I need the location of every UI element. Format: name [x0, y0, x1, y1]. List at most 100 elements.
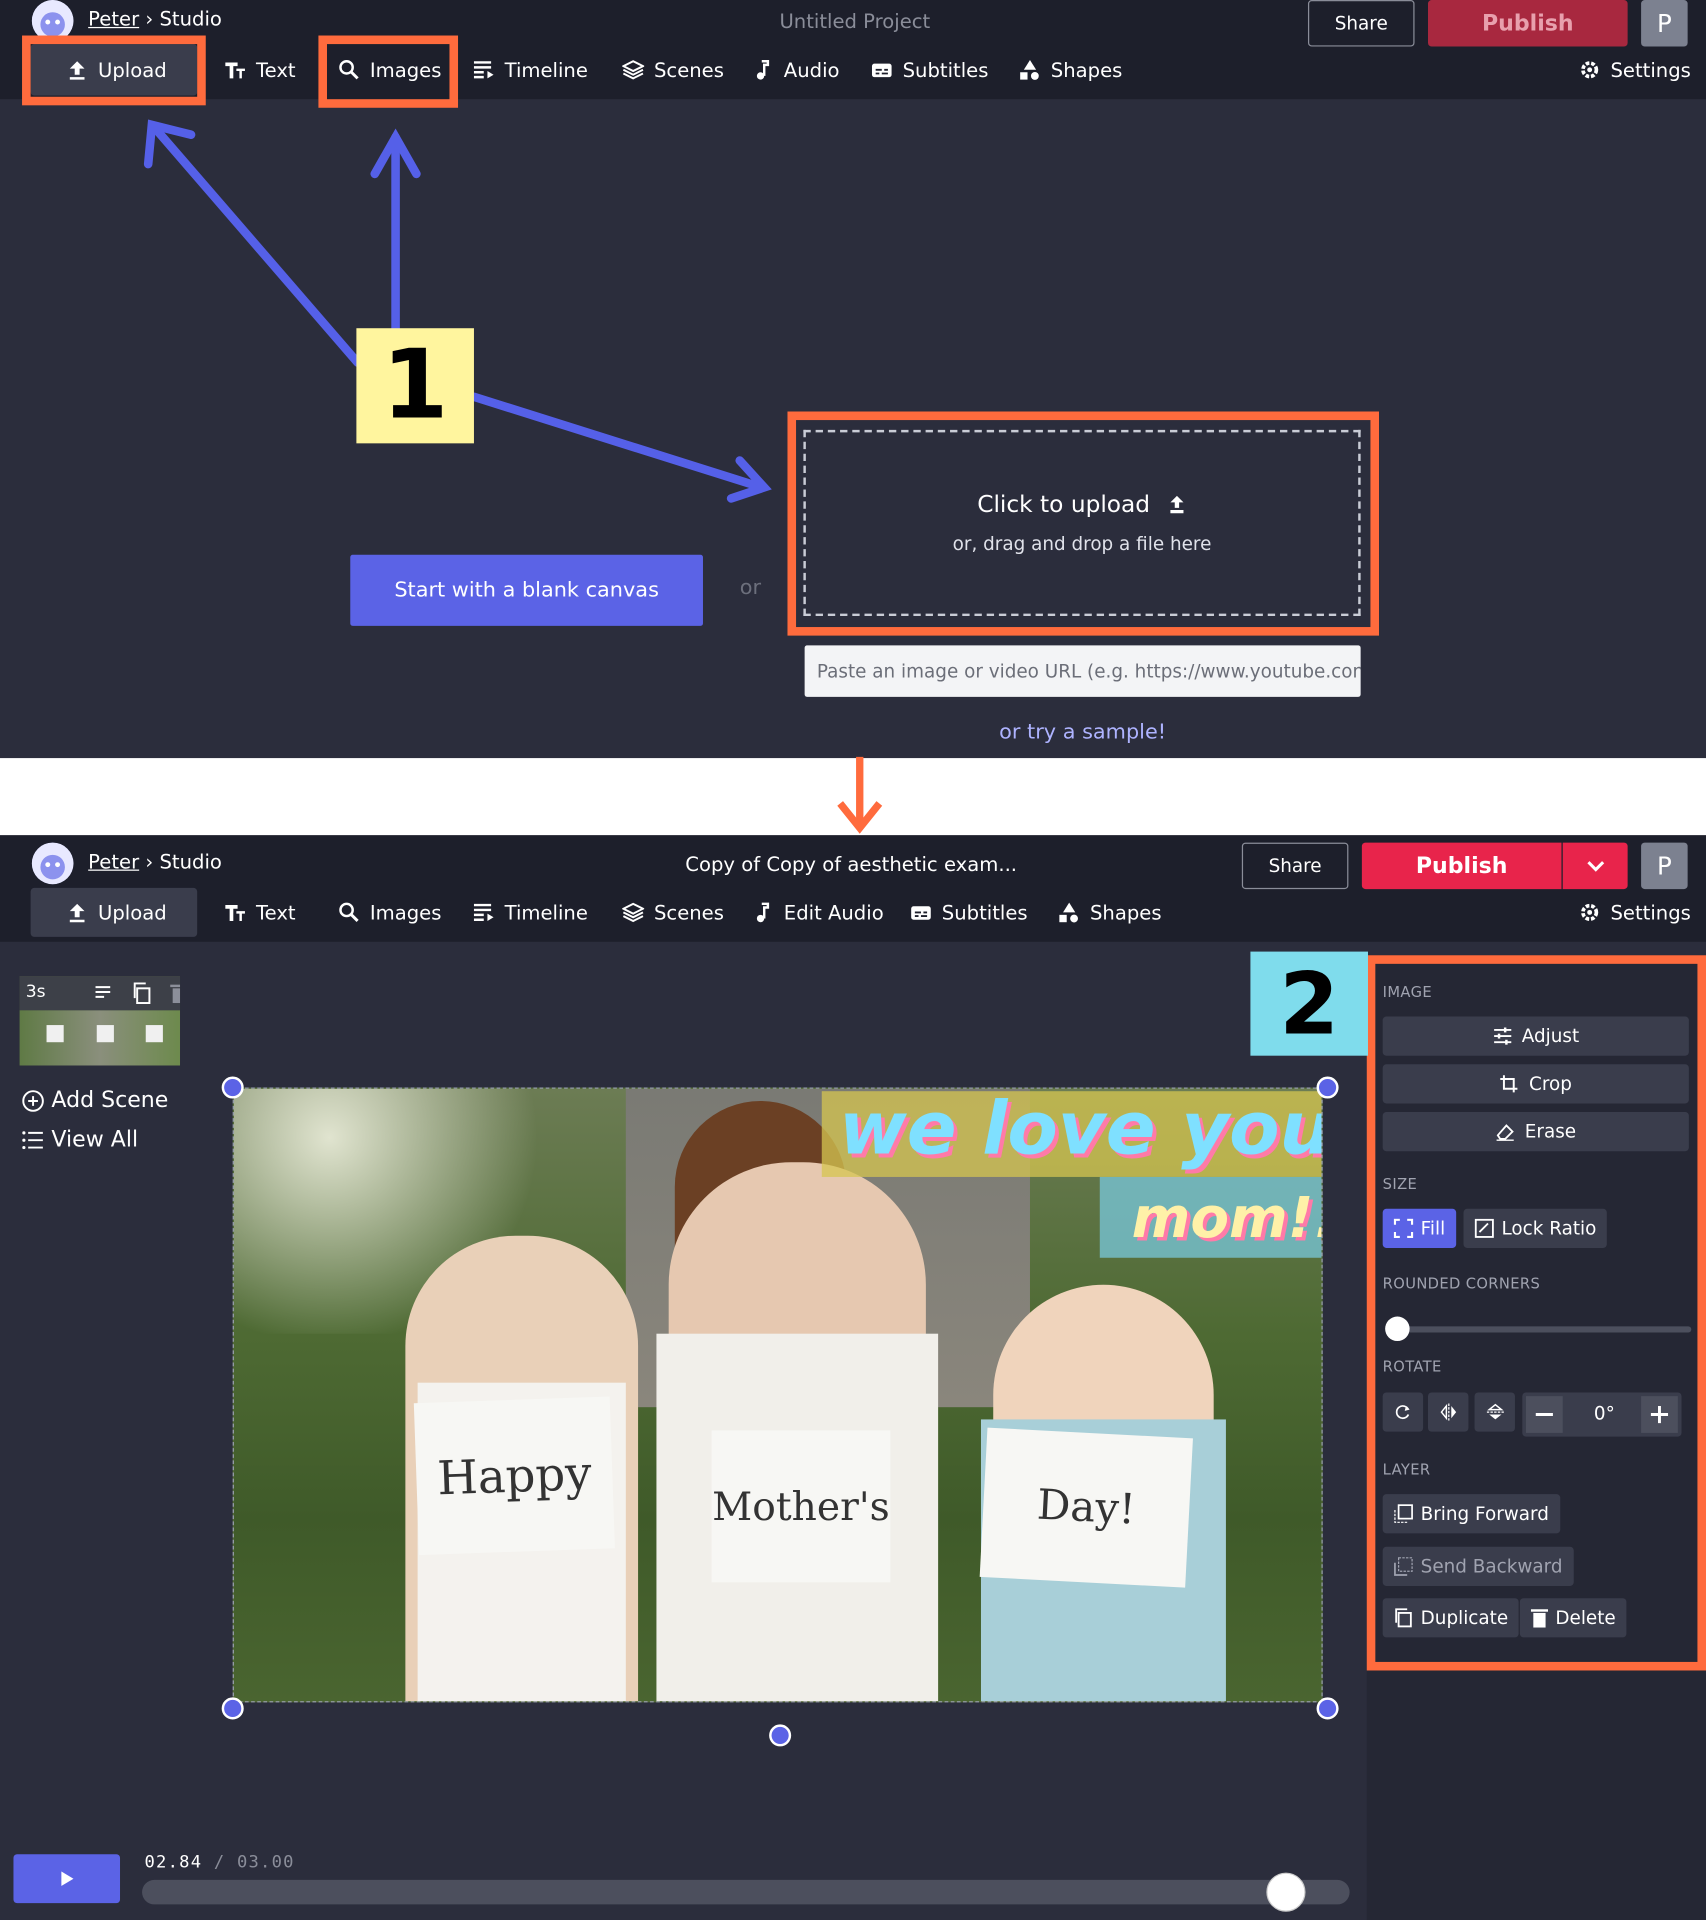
- menu-scenes-label: Scenes: [653, 900, 724, 925]
- duplicate-label: Duplicate: [1420, 1606, 1509, 1629]
- screenshot-stage: Peter › Studio Untitled Project Share Pu…: [0, 0, 1706, 1920]
- share-button[interactable]: Share: [1241, 842, 1349, 890]
- menu-edit-audio[interactable]: Edit Audio: [752, 888, 884, 937]
- subtitles-icon: [911, 906, 931, 920]
- menu-edit-audio-label: Edit Audio: [783, 900, 884, 925]
- menu-text[interactable]: Text: [224, 888, 296, 937]
- duplicate-button[interactable]: Duplicate: [1382, 1598, 1520, 1638]
- trash-icon[interactable]: [169, 982, 181, 1004]
- expand-icon: [1393, 1218, 1414, 1239]
- profile-button[interactable]: P: [1641, 842, 1688, 890]
- list-icon: [22, 1130, 43, 1149]
- time-display: 02.84 / 03.00: [145, 1853, 295, 1873]
- plus-circle-icon: [22, 1089, 44, 1112]
- delete-button[interactable]: Delete: [1519, 1598, 1627, 1638]
- annotation-arrows: [143, 119, 772, 503]
- crop-button[interactable]: Crop: [1382, 1064, 1689, 1104]
- view-all-button[interactable]: View All: [22, 1126, 139, 1153]
- view-all-label: View All: [51, 1126, 139, 1153]
- publish-button[interactable]: Publish: [1361, 842, 1562, 890]
- trash-icon: [1530, 1609, 1549, 1628]
- settings-label: Settings: [1610, 900, 1691, 925]
- or-separator: or: [739, 575, 762, 601]
- menu-timeline[interactable]: Timeline: [473, 888, 588, 937]
- menu-shapes-label: Shapes: [1089, 900, 1162, 925]
- rotate-handle[interactable]: [769, 1724, 792, 1747]
- play-button[interactable]: [13, 1854, 121, 1904]
- canvas-image[interactable]: Happy Mother's Day! we love you mom!!: [232, 1087, 1323, 1703]
- media-url-input[interactable]: Paste an image or video URL (e.g. https:…: [804, 645, 1361, 697]
- erase-button[interactable]: Erase: [1382, 1112, 1689, 1152]
- playback-scrubber[interactable]: [142, 1879, 1350, 1905]
- down-arrow: [837, 756, 883, 834]
- scene-thumbnail[interactable]: 3s: [19, 976, 181, 1066]
- add-scene-button[interactable]: Add Scene: [22, 1088, 168, 1113]
- rounded-corners-slider[interactable]: [1390, 1326, 1692, 1333]
- upload-dropzone[interactable]: Click to upload or, drag and drop a file…: [803, 429, 1361, 617]
- click-to-upload-label: Click to upload: [977, 491, 1151, 519]
- menu-upload-label: Upload: [97, 900, 167, 925]
- menu-images[interactable]: Images: [338, 888, 441, 937]
- drag-drop-hint: or, drag and drop a file here: [952, 532, 1212, 555]
- timeline-icon: [473, 903, 494, 921]
- gear-icon: [1581, 903, 1599, 921]
- copy-icon[interactable]: [132, 982, 152, 1005]
- upload-icon: [1170, 495, 1184, 514]
- settings-button[interactable]: Settings: [1579, 888, 1691, 937]
- overlay-text-mom[interactable]: mom!!: [1132, 1184, 1322, 1250]
- lock-ratio-button[interactable]: Lock Ratio: [1463, 1208, 1608, 1248]
- size-section-label: SIZE: [1382, 1175, 1418, 1193]
- blank-canvas-button[interactable]: Start with a blank canvas: [350, 554, 703, 626]
- fill-button[interactable]: Fill: [1382, 1208, 1457, 1248]
- bring-forward-label: Bring Forward: [1420, 1502, 1549, 1525]
- menu-text-label: Text: [255, 900, 296, 925]
- rotate-icon: [1395, 1405, 1410, 1420]
- publish-dropdown-button[interactable]: [1562, 842, 1628, 890]
- resize-handle-top-right[interactable]: [1316, 1076, 1339, 1099]
- music-note-icon: [756, 902, 770, 923]
- rotate-section-label: ROTATE: [1382, 1358, 1442, 1376]
- menu-subtitles-label: Subtitles: [941, 900, 1028, 925]
- rounded-corners-thumb[interactable]: [1385, 1316, 1410, 1342]
- rotate-increment-button[interactable]: [1641, 1396, 1678, 1433]
- scrubber-thumb[interactable]: [1266, 1872, 1306, 1912]
- adjust-button[interactable]: Adjust: [1382, 1016, 1689, 1056]
- layer-section-label: LAYER: [1382, 1461, 1431, 1479]
- sign-happy: Happy: [413, 1396, 615, 1556]
- shapes-icon: [1059, 902, 1078, 923]
- rotate-decrement-button[interactable]: [1525, 1396, 1563, 1433]
- breadcrumb-user-link[interactable]: Peter: [88, 850, 139, 873]
- rotate-value[interactable]: 0°: [1570, 1402, 1639, 1424]
- menu-shapes[interactable]: Shapes: [1058, 888, 1162, 937]
- rounded-corners-label: ROUNDED CORNERS: [1382, 1274, 1541, 1293]
- try-sample-link[interactable]: or try a sample!: [805, 720, 1361, 744]
- bring-forward-button[interactable]: Bring Forward: [1382, 1494, 1560, 1534]
- crop-label: Crop: [1529, 1072, 1572, 1095]
- step-badge-1: 1: [356, 328, 474, 444]
- scene-duration: 3s: [25, 982, 46, 1002]
- rotate-button[interactable]: [1382, 1392, 1424, 1432]
- flip-vertical-button[interactable]: [1474, 1392, 1515, 1432]
- send-backward-button[interactable]: Send Backward: [1382, 1546, 1574, 1586]
- resize-handle-bottom-left[interactable]: [221, 1697, 244, 1720]
- menu-upload[interactable]: Upload: [66, 888, 167, 937]
- plus-icon: [1650, 1405, 1669, 1424]
- resize-handle-bottom-right[interactable]: [1316, 1697, 1339, 1720]
- flip-horizontal-button[interactable]: [1428, 1392, 1469, 1432]
- menu-timeline-label: Timeline: [504, 900, 588, 925]
- time-total: 03.00: [236, 1852, 295, 1873]
- upload-icon: [69, 903, 85, 923]
- play-icon: [60, 1871, 73, 1887]
- text-icon: [225, 905, 245, 921]
- scene-timeline-icon[interactable]: [94, 985, 114, 1002]
- menu-images-label: Images: [369, 900, 442, 925]
- minus-icon: [1535, 1413, 1553, 1416]
- menu-scenes[interactable]: Scenes: [622, 888, 724, 937]
- overlay-text-we-love-you[interactable]: we love you: [839, 1089, 1322, 1172]
- sliders-icon: [1493, 1027, 1511, 1045]
- erase-label: Erase: [1524, 1120, 1577, 1143]
- resize-handle-top-left[interactable]: [221, 1076, 244, 1099]
- user-avatar[interactable]: [31, 842, 74, 885]
- menu-subtitles[interactable]: Subtitles: [910, 888, 1028, 937]
- project-title[interactable]: Copy of Copy of aesthetic exam...: [661, 852, 1041, 875]
